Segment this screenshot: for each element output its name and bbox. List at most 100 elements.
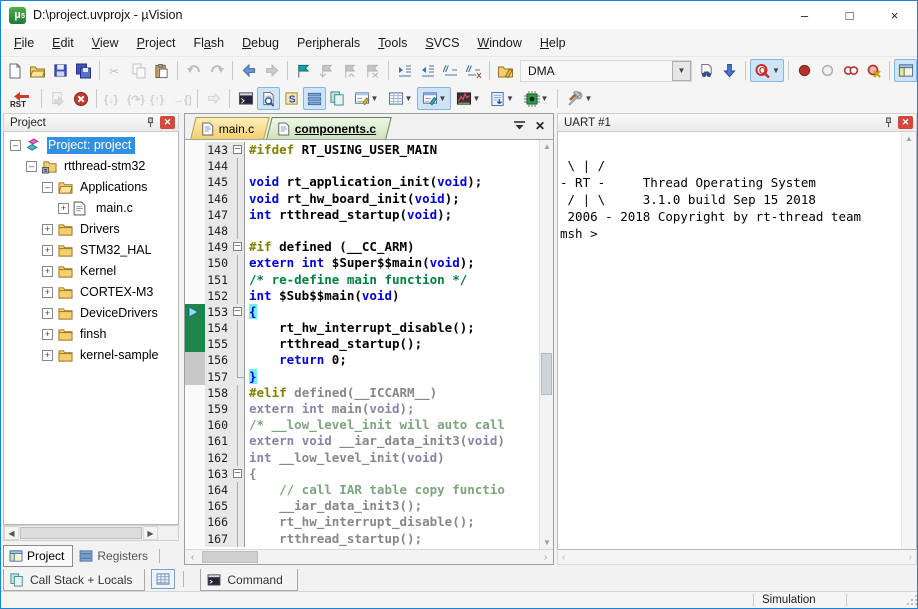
- breakpoint-margin[interactable]: [185, 239, 205, 255]
- scroll-up-icon[interactable]: ▲: [540, 142, 553, 151]
- uart-close-icon[interactable]: ✕: [898, 116, 913, 129]
- analysis-windows-button[interactable]: ▼: [451, 87, 485, 110]
- expander-icon[interactable]: +: [42, 308, 53, 319]
- scroll-down-icon[interactable]: ▼: [540, 538, 553, 547]
- breakpoint-margin[interactable]: [185, 482, 205, 498]
- project-hscrollbar[interactable]: ◀ ▶: [3, 525, 179, 541]
- breakpoint-disable-all-button[interactable]: [839, 59, 862, 82]
- tab-registers[interactable]: Registers: [73, 545, 157, 567]
- disassembly-window-button[interactable]: [257, 87, 280, 110]
- new-file-button[interactable]: [3, 59, 26, 82]
- menu-tools[interactable]: Tools: [369, 32, 416, 54]
- bookmark-toggle-button[interactable]: [292, 59, 315, 82]
- bookmark-next-button[interactable]: [338, 59, 361, 82]
- stop-button[interactable]: [69, 87, 92, 110]
- breakpoint-insert-button[interactable]: [793, 59, 816, 82]
- expander-icon[interactable]: +: [42, 245, 53, 256]
- menu-view[interactable]: View: [83, 32, 128, 54]
- tree-item-devicedrivers[interactable]: +DeviceDrivers: [4, 303, 178, 324]
- expander-icon[interactable]: +: [42, 287, 53, 298]
- find-button[interactable]: [695, 59, 718, 82]
- bookmark-clear-button[interactable]: [361, 59, 384, 82]
- scroll-right-icon[interactable]: ›: [538, 550, 553, 564]
- resize-grip[interactable]: [905, 593, 918, 607]
- tree-item-cortex-m3[interactable]: +CORTEX-M3: [4, 282, 178, 303]
- breakpoint-margin[interactable]: [185, 531, 205, 547]
- tab-project[interactable]: Project: [3, 545, 73, 567]
- breakpoint-margin[interactable]: [185, 466, 205, 482]
- navigate-forward-button[interactable]: [260, 59, 283, 82]
- breakpoint-margin[interactable]: [185, 385, 205, 401]
- breakpoint-margin[interactable]: [185, 336, 205, 352]
- breakpoint-margin[interactable]: [185, 207, 205, 223]
- expander-icon[interactable]: +: [42, 350, 53, 361]
- chevron-down-icon[interactable]: ▼: [672, 61, 691, 81]
- breakpoint-margin[interactable]: [185, 174, 205, 190]
- step-into-button[interactable]: {↓}: [101, 87, 124, 110]
- fold-toggle-icon[interactable]: –: [231, 466, 245, 482]
- menu-edit[interactable]: Edit: [43, 32, 83, 54]
- project-tree[interactable]: –Project: project–rtthread-stm32–Applica…: [3, 132, 179, 525]
- reset-cpu-button[interactable]: RST: [3, 87, 37, 110]
- expander-icon[interactable]: +: [42, 224, 53, 235]
- tree-item-project-project[interactable]: –Project: project: [4, 135, 178, 156]
- breakpoint-margin[interactable]: [185, 255, 205, 271]
- tab-command[interactable]: Command: [200, 569, 298, 591]
- tab-callstack-locals[interactable]: Call Stack + Locals: [3, 569, 145, 591]
- fold-toggle-icon[interactable]: –: [231, 239, 245, 255]
- editor-vscrollbar[interactable]: ▲ ▼: [539, 140, 553, 549]
- maximize-button[interactable]: □: [827, 1, 872, 29]
- command-window-button[interactable]: [234, 87, 257, 110]
- breakpoint-margin[interactable]: [185, 191, 205, 207]
- menu-project[interactable]: Project: [128, 32, 185, 54]
- registers-window-button[interactable]: [303, 87, 326, 110]
- fold-toggle-icon[interactable]: –: [231, 304, 245, 320]
- memory-keypad-button[interactable]: [151, 569, 175, 589]
- tree-item-rtthread-stm32[interactable]: –rtthread-stm32: [4, 156, 178, 177]
- menu-file[interactable]: File: [5, 32, 43, 54]
- menu-peripherals[interactable]: Peripherals: [288, 32, 369, 54]
- project-close-icon[interactable]: ✕: [160, 116, 175, 129]
- uart-vscrollbar[interactable]: ▲: [901, 132, 916, 549]
- system-viewer-button[interactable]: ▼: [519, 87, 553, 110]
- expander-icon[interactable]: +: [58, 203, 69, 214]
- tab-list-icon[interactable]: [514, 117, 525, 135]
- breakpoint-margin[interactable]: [185, 514, 205, 530]
- close-document-icon[interactable]: ✕: [535, 119, 545, 133]
- pin-icon[interactable]: [143, 116, 158, 129]
- menu-flash[interactable]: Flash: [185, 32, 234, 54]
- save-all-button[interactable]: [72, 59, 95, 82]
- fold-toggle-icon[interactable]: –: [231, 142, 245, 158]
- paste-button[interactable]: [150, 59, 173, 82]
- callstack-window-button[interactable]: [326, 87, 349, 110]
- expander-icon[interactable]: +: [42, 329, 53, 340]
- breakpoint-margin[interactable]: [185, 320, 205, 336]
- uart-console[interactable]: \ | / - RT - Thread Operating System / |…: [557, 132, 917, 550]
- close-button[interactable]: ×: [872, 1, 917, 29]
- tree-item-finsh[interactable]: +finsh: [4, 324, 178, 345]
- uncomment-button[interactable]: //: [462, 59, 485, 82]
- breakpoint-margin[interactable]: [185, 142, 205, 158]
- step-out-button[interactable]: {↑}: [147, 87, 170, 110]
- watch-windows-button[interactable]: ▼: [349, 87, 383, 110]
- symbols-window-button[interactable]: S: [280, 87, 303, 110]
- scroll-up-icon[interactable]: ▲: [902, 134, 916, 143]
- window-layout-button[interactable]: [894, 59, 917, 82]
- run-button[interactable]: [46, 87, 69, 110]
- menu-debug[interactable]: Debug: [233, 32, 288, 54]
- navigate-back-button[interactable]: [237, 59, 260, 82]
- tree-item-kernel[interactable]: +Kernel: [4, 261, 178, 282]
- tab-main-c[interactable]: main.c: [190, 117, 270, 139]
- toolbox-button[interactable]: ▼: [562, 87, 596, 110]
- scroll-left-icon[interactable]: ‹: [562, 552, 565, 563]
- q-search-button[interactable]: Q▼: [750, 59, 784, 82]
- tree-item-applications[interactable]: –Applications: [4, 177, 178, 198]
- breakpoint-margin[interactable]: [185, 352, 205, 368]
- find-in-files-button[interactable]: [494, 59, 517, 82]
- expander-icon[interactable]: –: [10, 140, 21, 151]
- editor-hscrollbar[interactable]: ‹ ›: [185, 549, 553, 564]
- undo-button[interactable]: [182, 59, 205, 82]
- menu-svcs[interactable]: SVCS: [416, 32, 468, 54]
- uart-hscrollbar[interactable]: ‹ ›: [557, 550, 917, 565]
- bookmark-prev-button[interactable]: [315, 59, 338, 82]
